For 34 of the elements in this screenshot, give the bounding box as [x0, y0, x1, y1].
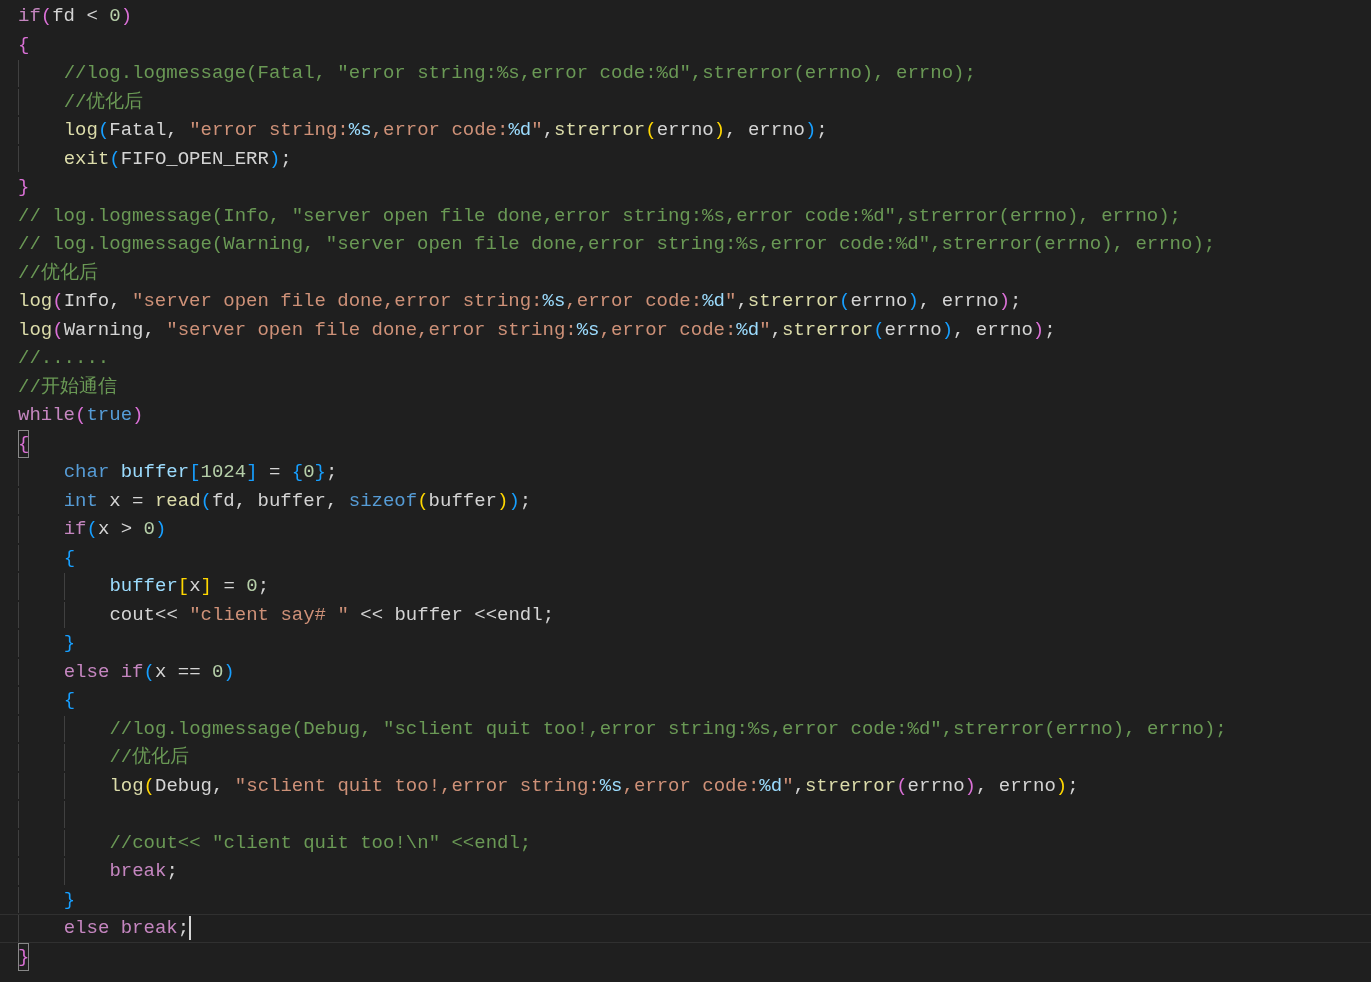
code-line: exit(FIFO_OPEN_ERR); [63, 146, 292, 172]
code-line: { [63, 688, 76, 713]
code-line: cout<< "client say# " << buffer <<endl; [109, 602, 555, 628]
code-line: else break; [63, 916, 190, 941]
text-cursor [189, 916, 192, 941]
code-line: buffer[x] = 0; [109, 574, 270, 599]
code-line: log(Info, "server open file done,error string:%s,error code:%d",strerror(errno), errno); [18, 289, 1022, 314]
code-line: //cout<< "client quit too!\n" <<endl; [109, 830, 532, 856]
code-line: break; [109, 859, 178, 884]
code-line: //优化后 [63, 89, 144, 115]
code-line: log(Debug, "sclient quit too!,error string:%s,error code:%d",strerror(errno), errno); [109, 773, 1079, 799]
code-line: } [63, 887, 76, 913]
code-line: if(fd < 0) [18, 4, 133, 29]
code-line: } [63, 631, 76, 656]
code-line: // log.logmessage(Info, "server open file done,error string:%s,error code:%d",strerror(errno), errno); [18, 203, 1181, 229]
code-line: log(Warning, "server open file done,error string:%s,error code:%d",strerror(errno), errno); [18, 317, 1056, 343]
code-line: char buffer[1024] = {0}; [63, 460, 338, 485]
code-line: while(true) [18, 403, 144, 428]
code-line: } [18, 943, 30, 970]
code-line: // log.logmessage(Warning, "server open file done,error string:%s,error code:%d",strerror(errno), errno); [18, 232, 1216, 257]
code-line: if(x > 0) [63, 517, 167, 542]
code-line: { [18, 430, 30, 457]
code-line: //log.logmessage(Debug, "sclient quit too!,error string:%s,error code:%d",strerror(errno), errno); [109, 716, 1227, 742]
code-line: //开始通信 [18, 374, 117, 400]
code-line: { [18, 32, 30, 58]
code-line: } [18, 175, 30, 200]
code-line: //...... [18, 346, 110, 371]
code-line: else if(x == 0) [63, 659, 235, 685]
code-line: log(Fatal, "error string:%s,error code:%d",strerror(errno), errno); [63, 118, 828, 143]
code-line: //log.logmessage(Fatal, "error string:%s,error code:%d",strerror(errno), errno); [63, 61, 976, 86]
code-line: //优化后 [18, 260, 98, 286]
code-line: { [63, 545, 76, 571]
code-line: int x = read(fd, buffer, sizeof(buffer)); [63, 488, 532, 514]
code-line: //优化后 [109, 745, 190, 770]
